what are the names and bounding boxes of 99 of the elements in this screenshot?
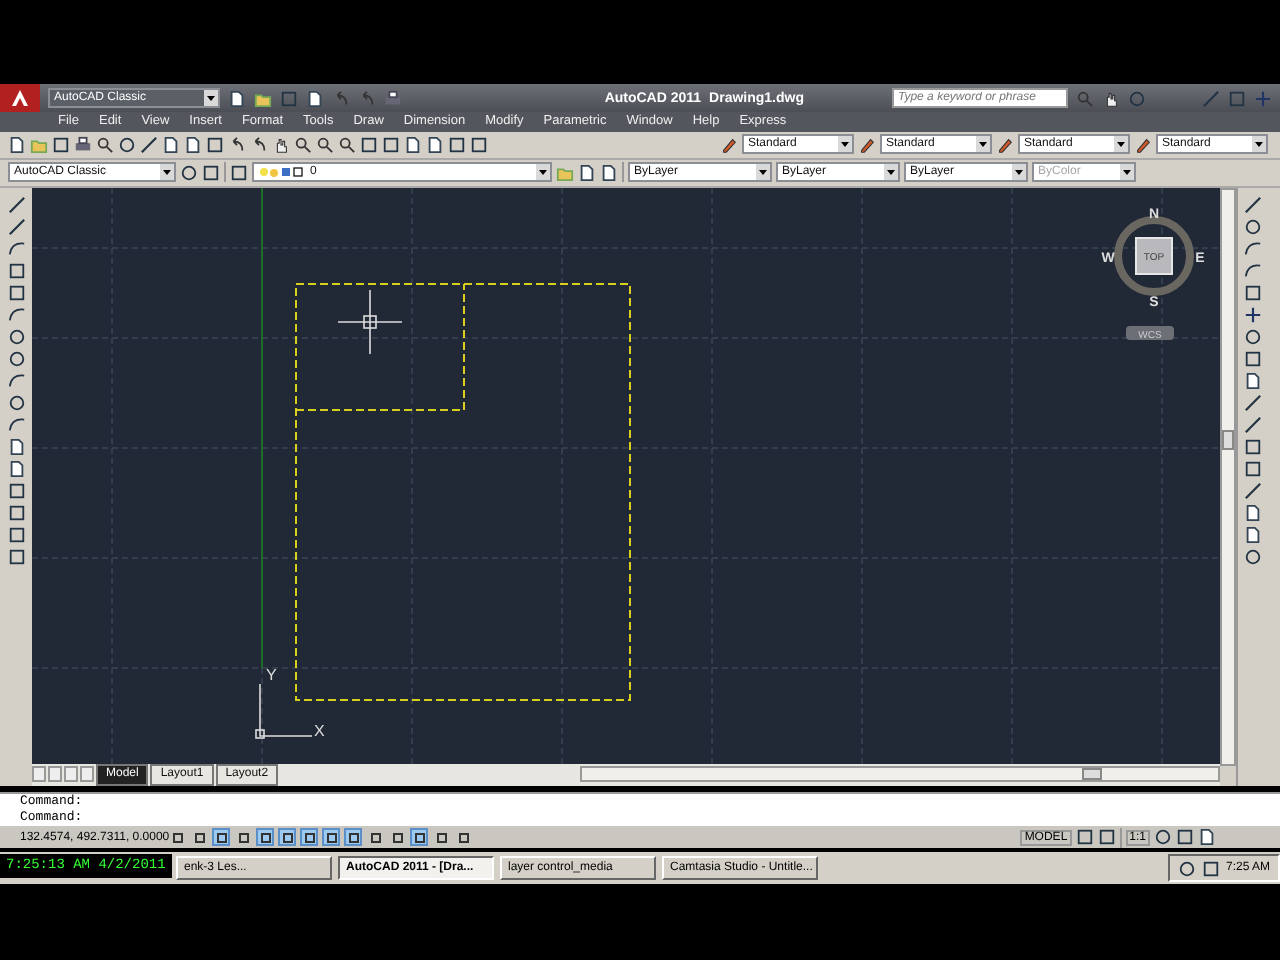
status-toggle[interactable] — [366, 828, 384, 847]
caret-icon[interactable] — [1252, 136, 1266, 153]
line-icon[interactable] — [1243, 481, 1261, 500]
axis-label: X — [314, 721, 325, 740]
move-icon[interactable] — [1243, 305, 1261, 324]
status-toggle[interactable] — [256, 828, 274, 847]
square-icon[interactable] — [7, 261, 25, 280]
undo-icon[interactable] — [228, 135, 246, 154]
square-icon[interactable] — [1176, 828, 1194, 847]
viewcube[interactable] — [1135, 236, 1173, 275]
square-icon[interactable] — [7, 503, 25, 522]
crosshair-icon — [337, 288, 403, 354]
arc-icon[interactable] — [7, 371, 25, 390]
printer-icon[interactable] — [74, 135, 92, 154]
caret-icon[interactable] — [838, 136, 852, 153]
line-icon[interactable] — [1243, 393, 1261, 412]
caret-icon[interactable] — [1114, 136, 1128, 153]
compass-ring[interactable] — [1114, 215, 1194, 296]
square-icon[interactable] — [1075, 828, 1094, 847]
caret-icon[interactable] — [536, 164, 550, 181]
folder-icon[interactable] — [254, 89, 272, 107]
undo-icon[interactable] — [250, 135, 268, 154]
square-icon[interactable] — [206, 135, 224, 154]
square-icon[interactable] — [7, 283, 25, 302]
circle-icon[interactable] — [118, 135, 136, 154]
line-icon[interactable] — [1243, 415, 1261, 434]
app-logo-icon[interactable] — [0, 84, 40, 112]
zoom-icon[interactable] — [316, 135, 334, 154]
circle-icon[interactable] — [1243, 327, 1261, 346]
circle-icon[interactable] — [7, 349, 25, 368]
zoom-icon[interactable] — [294, 135, 312, 154]
caret-icon[interactable] — [204, 90, 218, 106]
square-icon[interactable] — [470, 135, 488, 154]
square-icon[interactable] — [1243, 283, 1261, 302]
square-icon[interactable] — [382, 135, 400, 154]
square-icon[interactable] — [7, 547, 25, 566]
circle-icon[interactable] — [1154, 828, 1172, 847]
circle-icon[interactable] — [7, 393, 25, 412]
square-icon[interactable] — [202, 163, 220, 182]
line-icon[interactable] — [140, 135, 158, 154]
square-icon[interactable] — [1243, 459, 1261, 478]
caret-icon[interactable] — [756, 164, 770, 181]
circle-icon[interactable] — [7, 327, 25, 346]
square-icon[interactable] — [1243, 349, 1261, 368]
printer-icon[interactable] — [384, 89, 402, 107]
square-icon[interactable] — [1201, 859, 1220, 878]
ucs-menu-button[interactable] — [1126, 325, 1174, 340]
pencil-icon[interactable] — [720, 135, 738, 154]
caret-icon[interactable] — [1012, 164, 1026, 181]
status-toggle[interactable] — [454, 828, 472, 847]
square-icon[interactable] — [360, 135, 378, 154]
square-icon[interactable] — [230, 163, 248, 182]
status-toggle[interactable] — [322, 828, 340, 847]
line-icon[interactable] — [7, 217, 25, 236]
page-icon[interactable] — [306, 89, 324, 107]
ucs-icon — [255, 682, 313, 738]
page-icon[interactable] — [228, 89, 246, 107]
page-icon[interactable] — [1243, 371, 1261, 390]
arc-icon[interactable] — [7, 239, 25, 258]
page-icon[interactable] — [1198, 828, 1216, 847]
horizontal-scrollbar[interactable] — [580, 766, 1220, 783]
hand-icon[interactable] — [1102, 89, 1120, 107]
axis-label: Y — [266, 665, 277, 684]
square-icon[interactable] — [7, 525, 25, 544]
layer-state-icons-drawing[interactable] — [258, 165, 306, 180]
status-toggle[interactable] — [278, 828, 296, 847]
status-toggle[interactable] — [432, 828, 450, 847]
status-toggle[interactable] — [190, 828, 208, 847]
page-icon[interactable] — [8, 135, 26, 154]
status-toggle[interactable] — [300, 828, 318, 847]
line-icon[interactable] — [1243, 195, 1261, 214]
hand-icon[interactable] — [272, 135, 290, 154]
arc-icon[interactable] — [7, 415, 25, 434]
arc-icon[interactable] — [7, 305, 25, 324]
square-icon[interactable] — [1243, 437, 1261, 456]
square-icon[interactable] — [7, 481, 25, 500]
status-toggle[interactable] — [388, 828, 406, 847]
status-toggle[interactable] — [234, 828, 252, 847]
circle-icon[interactable] — [1243, 547, 1261, 566]
square-icon[interactable] — [1097, 828, 1116, 847]
circle-icon[interactable] — [180, 163, 198, 182]
circle-icon[interactable] — [1177, 859, 1196, 878]
status-toggle[interactable] — [410, 828, 428, 847]
zoom-icon[interactable] — [96, 135, 114, 154]
zoom-icon[interactable] — [338, 135, 356, 154]
status-toggle[interactable] — [168, 828, 186, 847]
caret-icon[interactable] — [160, 164, 174, 181]
pencil-icon[interactable] — [996, 135, 1014, 154]
vertical-scrollbar[interactable] — [1220, 187, 1236, 766]
pencil-icon[interactable] — [858, 135, 876, 154]
square-icon[interactable] — [52, 135, 70, 154]
caret-icon[interactable] — [976, 136, 990, 153]
caret-icon[interactable] — [884, 164, 898, 181]
circle-icon[interactable] — [1243, 217, 1261, 236]
square-icon[interactable] — [448, 135, 466, 154]
line-icon[interactable] — [7, 195, 25, 214]
status-toggle[interactable] — [212, 828, 230, 847]
status-toggle[interactable] — [344, 828, 362, 847]
pencil-icon[interactable] — [1134, 135, 1152, 154]
